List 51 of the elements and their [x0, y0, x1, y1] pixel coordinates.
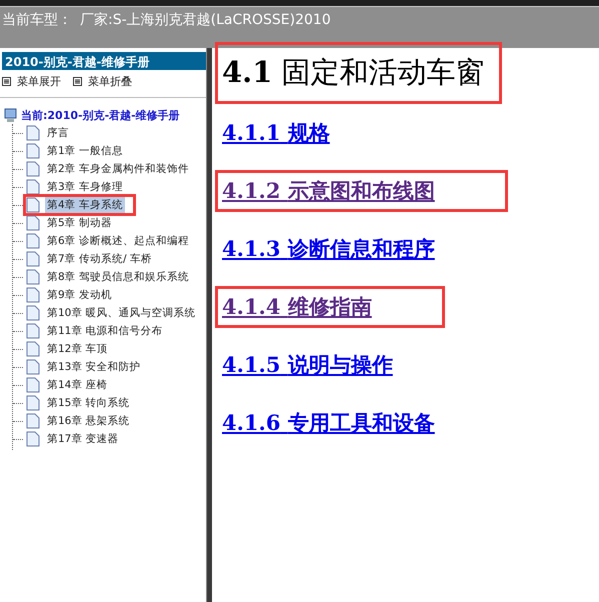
tree-root[interactable]: 当前:2010-别克-君越-维修手册 [21, 108, 180, 122]
document-icon [26, 179, 40, 195]
tree-item[interactable]: 第1章 一般信息 [45, 143, 126, 159]
document-icon [26, 233, 40, 249]
car-model-label: 当前车型： [2, 11, 72, 29]
section-link[interactable]: 4.1.3 诊断信息和程序 [222, 236, 435, 261]
tree-item[interactable]: 第16章 悬架系统 [45, 413, 132, 429]
tree-item[interactable]: 第11章 电源和信号分布 [45, 323, 165, 339]
document-icon [26, 197, 40, 213]
document-icon [26, 161, 40, 177]
menu-action-link[interactable]: 菜单折叠 [73, 74, 132, 89]
list-icon [73, 77, 82, 86]
document-icon [26, 377, 40, 393]
tree-item[interactable]: 第4章 车身系统 [45, 197, 126, 213]
document-icon [26, 251, 40, 267]
tree-item[interactable]: 第13章 安全和防护 [45, 359, 143, 375]
tree-item[interactable]: 第10章 暖风、通风与空调系统 [45, 305, 198, 321]
document-icon [26, 413, 40, 429]
section-title: 4.1 固定和活动车窗 [222, 54, 485, 91]
computer-icon [4, 108, 17, 122]
tree-item[interactable]: 第17章 变速器 [45, 431, 121, 447]
tree-item[interactable]: 第2章 车身金属构件和装饰件 [45, 161, 192, 177]
section-link[interactable]: 4.1.6 专用工具和设备 [222, 410, 435, 435]
section-link[interactable]: 4.1.1 规格 [222, 120, 330, 145]
document-icon [26, 395, 40, 411]
tree-item[interactable]: 第15章 转向系统 [45, 395, 132, 411]
section-link[interactable]: 4.1.5 说明与操作 [222, 352, 393, 377]
document-icon [26, 143, 40, 159]
document-icon [26, 287, 40, 303]
document-icon [26, 125, 40, 141]
tree-item[interactable]: 第3章 车身修理 [45, 179, 126, 195]
document-icon [26, 431, 40, 447]
document-icon [26, 359, 40, 375]
tree-item[interactable]: 第6章 诊断概述、起点和编程 [45, 233, 192, 249]
tree-item[interactable]: 序言 [45, 125, 71, 141]
document-icon [26, 269, 40, 285]
tree-item[interactable]: 第8章 驾驶员信息和娱乐系统 [45, 269, 192, 285]
tree-item[interactable]: 第5章 制动器 [45, 215, 114, 231]
section-link[interactable]: 4.1.4 维修指南 [222, 294, 372, 319]
menu-action-link[interactable]: 菜单展开 [2, 74, 61, 89]
document-icon [26, 215, 40, 231]
tree-item[interactable]: 第9章 发动机 [45, 287, 114, 303]
tree-item[interactable]: 第14章 座椅 [45, 377, 110, 393]
document-icon [26, 341, 40, 357]
section-link[interactable]: 4.1.2 示意图和布线图 [222, 178, 435, 203]
tree-item[interactable]: 第7章 传动系统/ 车桥 [45, 251, 154, 267]
document-icon [26, 305, 40, 321]
sidebar-title: 2010-别克-君越-维修手册 [2, 52, 206, 70]
car-model-value: 厂家:S-上海别克君越(LaCROSSE)2010 [80, 11, 331, 29]
document-icon [26, 323, 40, 339]
tree-item[interactable]: 第12章 车顶 [45, 341, 110, 357]
